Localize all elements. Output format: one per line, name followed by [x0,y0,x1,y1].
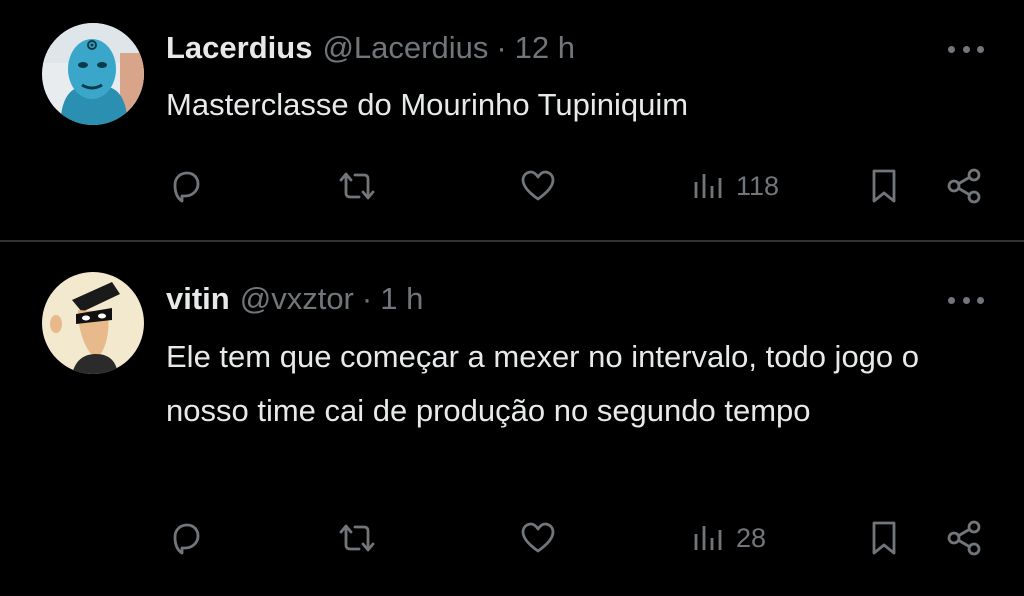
views-count: 118 [736,170,780,201]
tweet-header: Lacerdius @Lacerdius · 12 h [166,29,575,67]
share-icon [947,168,981,204]
display-name[interactable]: Lacerdius [166,29,312,67]
separator: · [361,281,373,316]
avatar[interactable] [42,272,144,374]
bookmark-button[interactable] [866,518,902,558]
timestamp[interactable]: 12 h [515,29,575,67]
reply-icon [173,171,200,203]
user-handle[interactable]: @Lacerdius [322,29,488,67]
avatar[interactable] [42,23,144,125]
heart-icon [521,522,555,553]
views-button[interactable]: 118 [690,166,779,206]
tweet-text: Ele tem que começar a mexer no intervalo… [166,339,920,428]
tweet-text: Masterclasse do Mourinho Tupiniquim [166,87,689,122]
retweet-button[interactable] [335,518,379,558]
reply-icon [173,523,200,555]
share-button[interactable] [944,166,984,206]
separator: · [496,30,507,65]
views-icon [694,174,722,198]
action-bar: 118 [0,166,1024,206]
bookmark-button[interactable] [866,166,902,206]
action-bar: 28 [0,518,1024,558]
bookmark-icon [872,521,896,555]
reply-button[interactable] [166,166,206,206]
user-handle[interactable]: @vxztor [240,280,354,318]
retweet-icon [339,172,375,200]
tweet[interactable]: Lacerdius @Lacerdius · 12 h Masterclasse… [0,0,1024,242]
blue-face-avatar-icon [42,23,144,125]
like-button[interactable] [518,518,558,558]
cartoon-masked-character-avatar-icon [42,272,144,374]
views-count: 28 [736,522,767,553]
retweet-icon [339,524,375,552]
like-button[interactable] [518,166,558,206]
more-icon[interactable] [948,293,984,307]
reply-button[interactable] [166,518,206,558]
bookmark-icon [872,169,896,203]
heart-icon [521,170,555,201]
more-icon[interactable] [948,42,984,56]
tweet-header: vitin @vxztor · 1 h [166,280,423,318]
tweet[interactable]: vitin @vxztor · 1 h Ele tem que começar … [0,242,1024,596]
timestamp[interactable]: 1 h [380,280,423,318]
retweet-button[interactable] [335,166,379,206]
share-button[interactable] [944,518,984,558]
views-button[interactable]: 28 [690,518,766,558]
display-name[interactable]: vitin [166,280,230,318]
share-icon [947,520,981,556]
views-icon [694,526,722,550]
